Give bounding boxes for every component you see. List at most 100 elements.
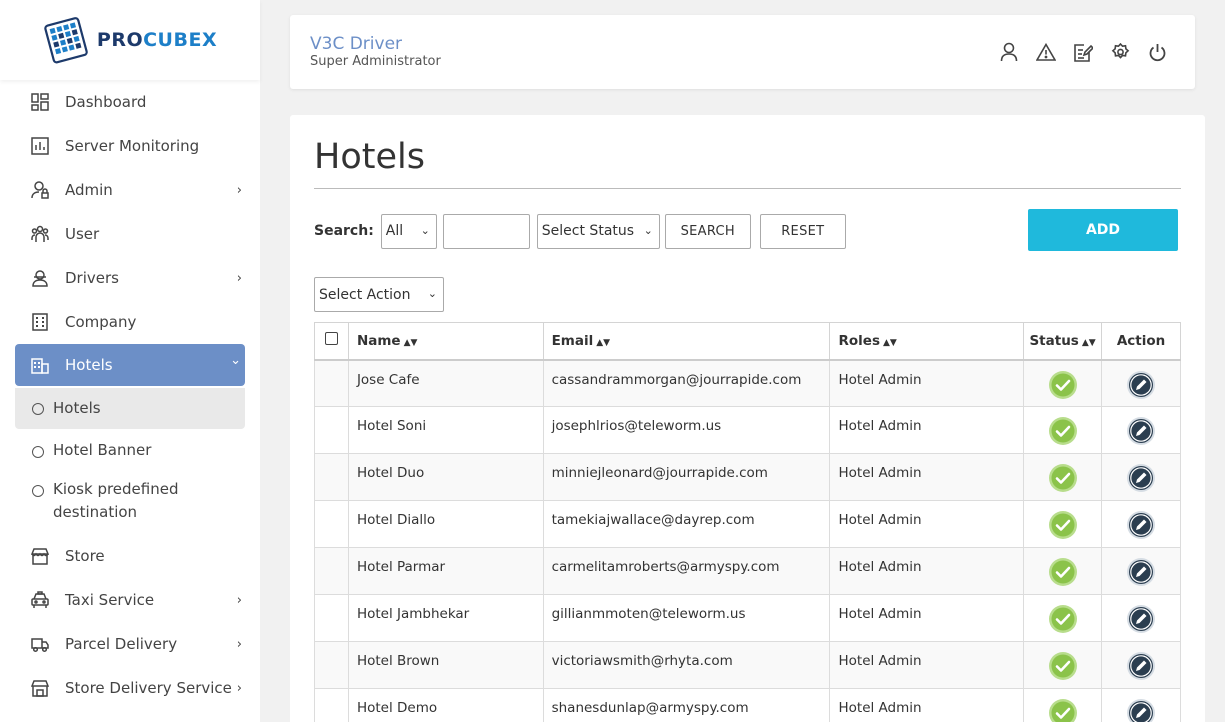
edit-pencil-icon[interactable]	[1126, 604, 1156, 634]
search-input[interactable]	[442, 213, 530, 249]
submenu-item-hotel-banner[interactable]: Hotel Banner	[0, 429, 260, 470]
sidebar-item-admin[interactable]: Admin ›	[0, 168, 260, 212]
sort-icon: ▲▼	[403, 337, 418, 348]
table-row: Hotel Parmar carmelitamroberts@armyspy.co…	[314, 547, 1181, 595]
table-row: Hotel Jambhekar gillianmmoten@teleworm.us…	[314, 594, 1181, 642]
user-icon[interactable]	[999, 41, 1019, 63]
chevron-right-icon: ›	[236, 183, 242, 198]
row-select-cell[interactable]	[314, 359, 349, 407]
submenu-item-hotels[interactable]: Hotels	[15, 388, 245, 429]
search-button[interactable]: SEARCH	[664, 213, 751, 249]
taxi-icon	[30, 590, 50, 610]
hotel-name-cell: Hotel Parmar	[347, 547, 544, 595]
hotel-icon	[30, 355, 50, 375]
edit-pencil-icon[interactable]	[1126, 557, 1156, 587]
reset-button[interactable]: RESET	[759, 213, 846, 249]
hotel-role-cell: Hotel Admin	[829, 500, 1025, 548]
edit-pencil-icon[interactable]	[1126, 651, 1156, 681]
row-select-cell[interactable]	[314, 688, 349, 722]
edit-pencil-icon[interactable]	[1126, 416, 1156, 446]
status-active-icon[interactable]	[1048, 416, 1078, 446]
sidebar-item-dashboard[interactable]: Dashboard	[0, 80, 260, 124]
hotel-name-cell: Hotel Brown	[347, 641, 544, 689]
search-label: Search:	[314, 223, 374, 239]
sidebar-item-company[interactable]: Company	[0, 300, 260, 344]
hotel-name-cell: Hotel Demo	[347, 688, 544, 722]
edit-pencil-icon[interactable]	[1126, 698, 1156, 722]
row-select-cell[interactable]	[314, 641, 349, 689]
column-header-roles[interactable]: Roles ▲▼	[829, 322, 1025, 361]
sidebar-item-taxi-service[interactable]: Taxi Service ›	[0, 578, 260, 622]
column-header-status[interactable]: Status ▲▼	[1023, 322, 1103, 361]
row-select-cell[interactable]	[314, 547, 349, 595]
sidebar-item-parcel-delivery[interactable]: Parcel Delivery ›	[0, 622, 260, 666]
status-cell	[1023, 359, 1103, 407]
table-row: Hotel Soni josephlrios@teleworm.us Hotel A…	[314, 406, 1181, 454]
chevron-right-icon: ›	[236, 637, 242, 652]
action-cell	[1101, 453, 1181, 501]
chevron-right-icon: ›	[236, 593, 242, 608]
edit-pencil-icon[interactable]	[1126, 370, 1156, 400]
logo-text-cubex: CUBEX	[143, 29, 218, 51]
status-select[interactable]: Select Status ⌄	[536, 213, 660, 249]
building-icon	[30, 312, 50, 332]
hotel-role-cell: Hotel Admin	[829, 594, 1025, 642]
search-field-select[interactable]: All ⌄	[380, 213, 437, 249]
bulk-action-select[interactable]: Select Action ⌄	[314, 277, 444, 312]
sidebar-nav: Dashboard Server Monitoring Admin › User	[0, 80, 260, 386]
row-select-cell[interactable]	[314, 406, 349, 454]
sidebar-item-server-monitoring[interactable]: Server Monitoring	[0, 124, 260, 168]
chevron-down-icon: ⌄	[230, 353, 241, 368]
column-header-email[interactable]: Email ▲▼	[542, 322, 831, 361]
edit-pencil-icon[interactable]	[1126, 510, 1156, 540]
hotel-email-cell: josephlrios@teleworm.us	[542, 406, 831, 454]
settings-icon[interactable]	[1110, 41, 1130, 63]
sidebar-item-drivers[interactable]: Drivers ›	[0, 256, 260, 300]
sidebar-item-label: Store Delivery Service	[65, 679, 232, 697]
logo[interactable]: PROCUBEX	[0, 0, 260, 80]
status-cell	[1023, 500, 1103, 548]
action-cell	[1101, 500, 1181, 548]
edit-icon[interactable]	[1073, 41, 1093, 63]
sidebar-item-label: Server Monitoring	[65, 137, 200, 155]
sidebar-item-label: Hotels	[65, 356, 113, 374]
search-field-value: All	[385, 223, 404, 239]
header-title: V3C Driver	[310, 34, 403, 54]
status-active-icon[interactable]	[1048, 651, 1078, 681]
edit-pencil-icon[interactable]	[1126, 463, 1156, 493]
hotel-role-cell: Hotel Admin	[829, 453, 1025, 501]
sidebar: PROCUBEX Dashboard Server Monitoring Adm…	[0, 0, 260, 722]
action-cell	[1101, 641, 1181, 689]
submenu-item-kiosk-destination[interactable]: Kiosk predefined destination	[0, 470, 260, 534]
sidebar-item-user[interactable]: User	[0, 212, 260, 256]
hotel-email-cell: victoriawsmith@rhyta.com	[542, 641, 831, 689]
select-all-checkbox[interactable]	[324, 332, 338, 346]
hotel-role-cell: Hotel Admin	[829, 359, 1025, 407]
row-select-cell[interactable]	[314, 594, 349, 642]
status-active-icon[interactable]	[1048, 698, 1078, 722]
sidebar-item-hotels[interactable]: Hotels ⌄	[15, 344, 245, 386]
add-button[interactable]: ADD	[1028, 209, 1178, 251]
action-cell	[1101, 688, 1181, 722]
hotel-role-cell: Hotel Admin	[829, 406, 1025, 454]
column-header-name[interactable]: Name ▲▼	[347, 322, 544, 361]
sidebar-item-store-delivery[interactable]: Store Delivery Service ›	[0, 666, 260, 710]
hotel-name-cell: Hotel Jambhekar	[347, 594, 544, 642]
status-active-icon[interactable]	[1048, 604, 1078, 634]
sidebar-item-label: Dashboard	[65, 93, 147, 111]
status-active-icon[interactable]	[1048, 557, 1078, 587]
title-divider	[314, 188, 1181, 189]
status-active-icon[interactable]	[1048, 463, 1078, 493]
status-active-icon[interactable]	[1048, 370, 1078, 400]
sidebar-item-store[interactable]: Store	[0, 534, 260, 578]
alert-icon[interactable]	[1036, 41, 1056, 63]
action-cell	[1101, 359, 1181, 407]
status-active-icon[interactable]	[1048, 510, 1078, 540]
row-select-cell[interactable]	[314, 500, 349, 548]
column-header-label: Name	[356, 332, 401, 349]
hotel-name-cell: Hotel Soni	[347, 406, 544, 454]
row-select-cell[interactable]	[314, 453, 349, 501]
sidebar-item-label: Parcel Delivery	[65, 635, 178, 653]
hotel-email-cell: carmelitamroberts@armyspy.com	[542, 547, 831, 595]
power-icon[interactable]	[1147, 41, 1167, 63]
